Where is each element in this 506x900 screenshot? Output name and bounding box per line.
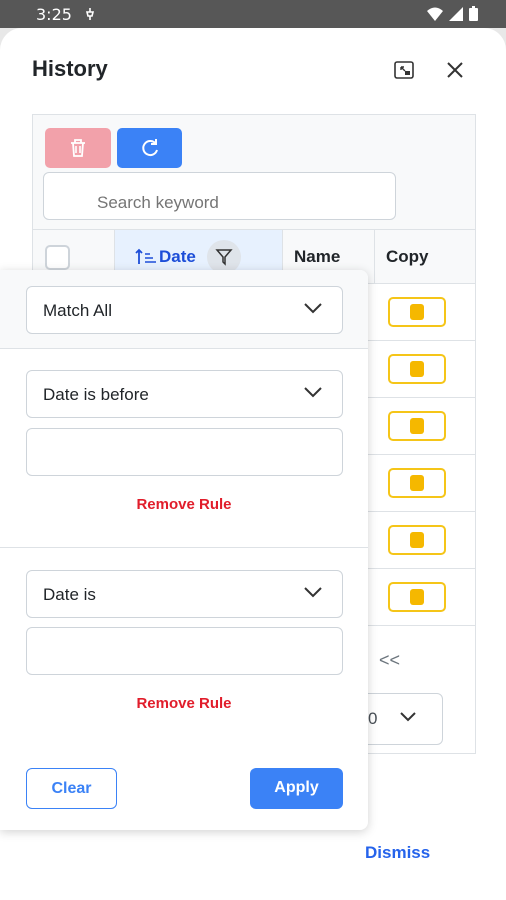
filter-icon [215,249,233,266]
first-page-button[interactable]: << [379,650,400,671]
apply-button[interactable]: Apply [250,768,343,809]
battery-icon [469,6,478,21]
refresh-button[interactable] [117,128,182,168]
match-mode-section: Match All [0,270,368,349]
clipboard-icon [410,361,424,377]
copy-button[interactable] [388,354,446,384]
dialog-title: History [32,56,108,81]
rule-1-remove-button[interactable]: Remove Rule [0,496,368,513]
close-icon [447,62,463,78]
date-sort[interactable]: Date [135,247,196,267]
wifi-icon [427,7,443,21]
sort-ascending-icon [135,248,156,264]
delete-button[interactable] [45,128,111,168]
column-label-copy: Copy [386,247,429,266]
copy-button[interactable] [388,525,446,555]
copy-button[interactable] [388,468,446,498]
chevron-down-icon [304,303,322,314]
rule-2-value-input[interactable] [26,627,343,675]
clipboard-icon [410,589,424,605]
clipboard-icon [410,475,424,491]
filter-popover: Match All Date is before Remove Rule Dat… [0,270,368,830]
dismiss-button[interactable]: Dismiss [365,843,430,863]
column-label-date: Date [159,247,196,266]
column-filter-button[interactable] [207,240,241,274]
rule-1-value-input[interactable] [26,428,343,476]
match-mode-dropdown[interactable]: Match All [26,286,343,334]
column-header-copy: Copy [375,230,475,284]
select-all-checkbox[interactable] [45,245,70,270]
copy-button[interactable] [388,411,446,441]
match-mode-value: Match All [43,301,112,320]
copy-button[interactable] [388,582,446,612]
status-time: 3:25 [36,5,72,24]
clipboard-icon [410,532,424,548]
refresh-icon [141,139,158,157]
rule-2-constraint-dropdown[interactable]: Date is [26,570,343,618]
clipboard-icon [410,418,424,434]
rule-1-constraint-dropdown[interactable]: Date is before [26,370,343,418]
table-toolbar [33,115,475,230]
minimize-button[interactable] [390,56,418,84]
chevron-down-icon [304,387,322,398]
copy-button[interactable] [388,297,446,327]
column-label-name: Name [294,247,341,266]
rule-1-constraint-value: Date is before [43,385,149,404]
notification-icon [85,8,95,20]
chevron-down-icon [304,587,322,598]
search-input[interactable] [43,172,396,220]
rule-divider [0,547,368,548]
minimize-window-icon [394,61,414,79]
rows-per-page-value: 0 [368,709,378,728]
close-button[interactable] [441,56,469,84]
clipboard-icon [410,304,424,320]
clear-button[interactable]: Clear [26,768,117,809]
status-icons [427,6,478,21]
trash-icon [71,139,85,157]
chevron-down-icon [400,712,416,722]
rule-2-constraint-value: Date is [43,585,96,604]
status-bar: 3:25 [0,0,506,28]
rule-2-remove-button[interactable]: Remove Rule [0,695,368,712]
signal-icon [449,6,463,21]
